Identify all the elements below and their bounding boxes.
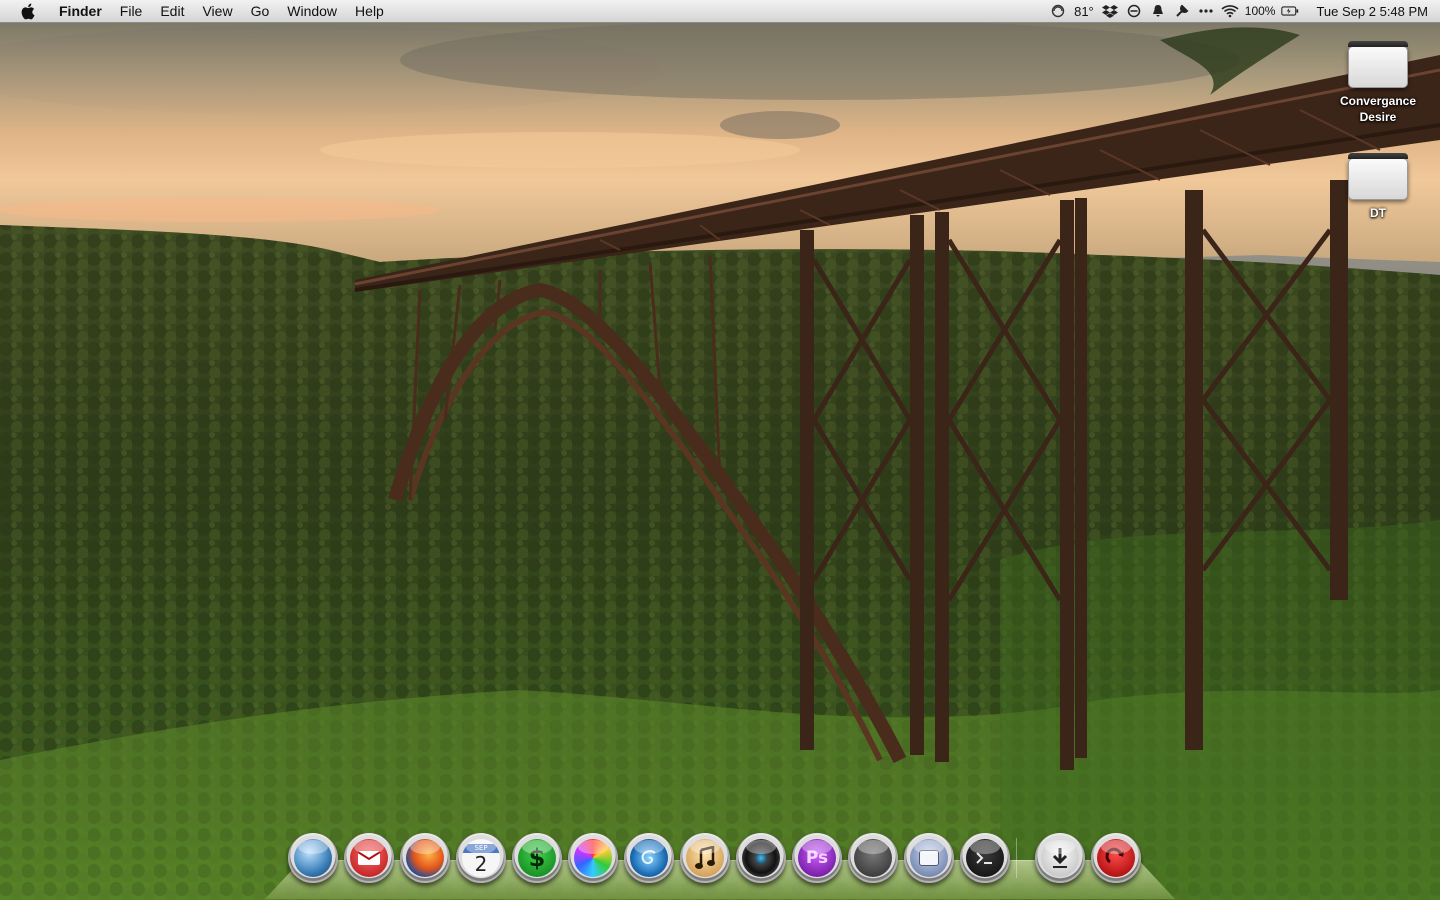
dock-color-wheel-icon[interactable]	[568, 833, 618, 883]
dock-globe-icon[interactable]	[288, 833, 338, 883]
dock-redo-icon[interactable]	[1091, 833, 1141, 883]
menu-window[interactable]: Window	[278, 0, 346, 22]
calendar-day: 2	[474, 851, 488, 876]
battery-percent[interactable]: 100%	[1245, 4, 1276, 18]
menu-view[interactable]: View	[193, 0, 241, 22]
notification-bell-icon[interactable]	[1149, 3, 1167, 19]
dock-terminal-icon[interactable]	[960, 833, 1010, 883]
desktop-wallpaper	[0, 0, 1440, 900]
menu-edit[interactable]: Edit	[151, 0, 193, 22]
dropbox-icon[interactable]	[1101, 3, 1119, 19]
dock-calendar-icon[interactable]: SEP 2	[456, 833, 506, 883]
money-symbol: $	[528, 844, 546, 872]
menu-bar: Finder File Edit View Go Window Help 81°…	[0, 0, 1440, 23]
apple-menu-icon[interactable]	[20, 2, 36, 20]
wifi-icon[interactable]	[1221, 3, 1239, 19]
menu-file[interactable]: File	[111, 0, 152, 22]
menu-help[interactable]: Help	[346, 0, 393, 22]
desktop-icon-dt[interactable]: DT	[1323, 153, 1433, 221]
menu-finder[interactable]: Finder	[54, 0, 111, 22]
dock-separator	[1016, 838, 1029, 878]
desktop-icon-label: DT	[1370, 206, 1386, 220]
temperature-readout[interactable]: 81°	[1074, 4, 1094, 19]
tools-icon[interactable]	[1173, 3, 1191, 19]
more-icon[interactable]	[1197, 3, 1215, 19]
dock-dark-orb-icon[interactable]	[848, 833, 898, 883]
hard-drive-icon[interactable]	[1348, 153, 1408, 200]
photoshop-label: Ps	[805, 848, 829, 868]
dock: SEP 2 $ Ps	[288, 833, 1147, 883]
status-area: 81° 100% Tue Sep 2 5:48 PM	[1046, 0, 1440, 22]
dock-spiral-icon[interactable]	[624, 833, 674, 883]
dock-itunes-icon[interactable]	[680, 833, 730, 883]
desktop-icon-convergance-desire[interactable]: Convergance Desire	[1323, 41, 1433, 125]
dock-firefox-icon[interactable]	[400, 833, 450, 883]
menu-go[interactable]: Go	[242, 0, 279, 22]
dock-photoshop-icon[interactable]: Ps	[792, 833, 842, 883]
hard-drive-icon[interactable]	[1348, 41, 1408, 88]
battery-icon[interactable]	[1281, 3, 1299, 19]
dock-money-icon[interactable]: $	[512, 833, 562, 883]
dock-downloads-icon[interactable]	[1035, 833, 1085, 883]
do-not-disturb-icon[interactable]	[1125, 3, 1143, 19]
desktop-icon-label: Convergance Desire	[1339, 94, 1417, 124]
weather-icon[interactable]	[1049, 3, 1067, 19]
dock-camera-icon[interactable]	[736, 833, 786, 883]
dock-preview-icon[interactable]	[904, 833, 954, 883]
clock-readout[interactable]: Tue Sep 2 5:48 PM	[1316, 4, 1428, 19]
dock-mail-icon[interactable]	[344, 833, 394, 883]
